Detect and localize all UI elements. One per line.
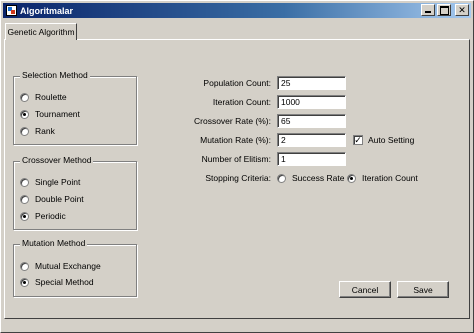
app-icon <box>6 5 17 16</box>
selection-method-group: Selection Method Roulette Tournament Ran… <box>13 70 137 145</box>
tab-genetic-algorithm[interactable]: Genetic Algorithm <box>5 23 77 40</box>
cancel-button-label: Cancel <box>351 284 379 295</box>
stopping-criteria-label: Stopping Criteria: <box>205 173 271 183</box>
crossover-rate-label: Crossover Rate (%): <box>194 116 271 126</box>
radio-label: Success Rate <box>292 173 345 183</box>
population-count-input[interactable]: 25 <box>277 76 346 90</box>
radio-rank[interactable]: Rank <box>20 125 55 137</box>
elitism-label: Number of Elitism: <box>201 154 271 164</box>
mutation-rate-input[interactable]: 2 <box>277 133 346 147</box>
radio-label: Single Point <box>35 177 81 187</box>
radio-label: Iteration Count <box>362 173 418 183</box>
radio-double-point[interactable]: Double Point <box>20 193 84 205</box>
radio-success-rate[interactable]: Success Rate <box>277 172 344 184</box>
mutation-method-group: Mutation Method Mutual Exchange Special … <box>13 238 137 297</box>
mutation-rate-label: Mutation Rate (%): <box>200 135 271 145</box>
group-title: Selection Method <box>20 70 90 80</box>
radio-label: Double Point <box>35 194 84 204</box>
radio-button[interactable] <box>20 177 29 187</box>
auto-setting-checkbox[interactable]: ✓ <box>353 135 363 145</box>
radio-button[interactable] <box>277 173 286 183</box>
group-title: Crossover Method <box>20 155 94 165</box>
radio-label: Periodic <box>35 211 66 221</box>
close-button[interactable]: ✕ <box>455 4 469 16</box>
cancel-button[interactable]: Cancel <box>339 281 391 298</box>
radio-mutual-exchange[interactable]: Mutual Exchange <box>20 260 101 272</box>
radio-tournament[interactable]: Tournament <box>20 108 80 120</box>
crossover-method-group: Crossover Method Single Point Double Poi… <box>13 155 137 230</box>
radio-button[interactable] <box>20 261 29 271</box>
tab-label: Genetic Algorithm <box>7 27 75 37</box>
radio-label: Rank <box>35 126 55 136</box>
radio-button[interactable] <box>20 92 29 102</box>
title-bar[interactable]: Algoritmalar ✕ <box>3 3 471 18</box>
population-count-label: Population Count: <box>203 78 271 88</box>
auto-setting-label: Auto Setting <box>368 135 415 145</box>
radio-label: Roulette <box>35 92 67 102</box>
crossover-rate-input[interactable]: 65 <box>277 114 346 128</box>
radio-button[interactable] <box>20 211 29 221</box>
maximize-button[interactable] <box>437 4 451 16</box>
radio-button[interactable] <box>347 173 356 183</box>
radio-button[interactable] <box>20 126 29 136</box>
radio-roulette[interactable]: Roulette <box>20 91 67 103</box>
elitism-input[interactable]: 1 <box>277 152 346 166</box>
radio-periodic[interactable]: Periodic <box>20 210 66 222</box>
radio-button[interactable] <box>20 109 29 119</box>
iteration-count-input[interactable]: 1000 <box>277 95 346 109</box>
radio-iteration-count[interactable]: Iteration Count <box>347 172 418 184</box>
radio-label: Mutual Exchange <box>35 261 101 271</box>
radio-label: Tournament <box>35 109 80 119</box>
radio-button[interactable] <box>20 277 29 287</box>
radio-special-method[interactable]: Special Method <box>20 276 94 288</box>
save-button-label: Save <box>413 284 433 295</box>
group-title: Mutation Method <box>20 238 88 248</box>
radio-single-point[interactable]: Single Point <box>20 176 80 188</box>
minimize-button[interactable] <box>421 4 435 16</box>
iteration-count-label: Iteration Count: <box>212 97 271 107</box>
window-title: Algoritmalar <box>20 5 74 16</box>
app-window: Algoritmalar ✕ Genetic Algorithm Selecti… <box>0 0 474 333</box>
radio-label: Special Method <box>35 277 94 287</box>
radio-button[interactable] <box>20 194 29 204</box>
save-button[interactable]: Save <box>397 281 449 298</box>
